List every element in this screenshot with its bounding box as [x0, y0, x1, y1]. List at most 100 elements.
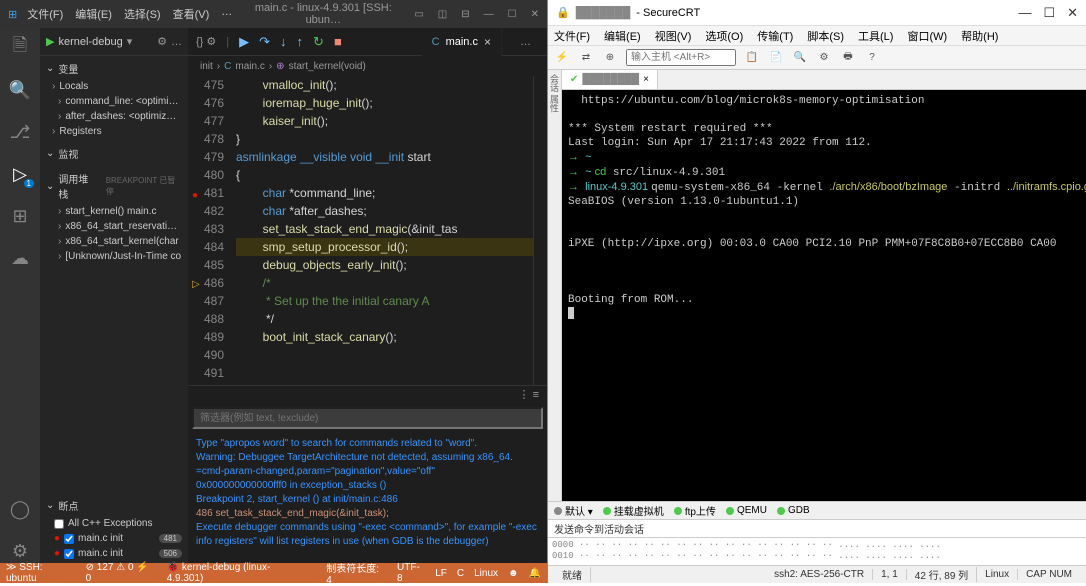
- tab-close-icon[interactable]: ×: [484, 35, 491, 49]
- var-command-line[interactable]: command_line: <optimiz…: [40, 94, 188, 109]
- close-icon[interactable]: ✕: [1067, 5, 1078, 21]
- debug-icon[interactable]: ▷1: [8, 162, 32, 186]
- scm-icon[interactable]: ⎇: [8, 120, 32, 144]
- menu-selection[interactable]: 选择(S): [124, 6, 161, 22]
- extensions-icon[interactable]: ⊞: [8, 204, 32, 228]
- continue-icon[interactable]: ▶: [239, 34, 249, 50]
- settings-icon[interactable]: {} ⚙: [196, 35, 216, 48]
- maximize-icon[interactable]: ☐: [508, 9, 517, 20]
- menu-edit[interactable]: 编辑(E): [604, 28, 641, 44]
- terminal[interactable]: https://ubuntu.com/blog/microk8s-memory-…: [562, 90, 1086, 501]
- run-config-header[interactable]: ▶ kernel-debug ▾ ⚙ …: [40, 28, 188, 56]
- debug-target[interactable]: 🐞 kernel-debug (linux-4.9.301): [167, 562, 307, 584]
- var-after-dashes[interactable]: after_dashes: <optimiz…: [40, 109, 188, 124]
- bell-icon[interactable]: 🔔: [529, 568, 541, 579]
- tab-close-icon[interactable]: ×: [643, 74, 649, 85]
- close-icon[interactable]: ✕: [531, 9, 539, 20]
- variables-section[interactable]: 变量: [40, 58, 188, 79]
- registers-group[interactable]: Registers: [40, 124, 188, 139]
- help-icon[interactable]: ?: [864, 50, 880, 66]
- step-into-icon[interactable]: ↓: [280, 34, 287, 49]
- button-bar-item[interactable]: QEMU: [726, 505, 767, 516]
- send-command-bar[interactable]: 发送命令到活动会话: [548, 519, 1086, 537]
- menu-more[interactable]: …: [221, 6, 232, 22]
- quick-connect-icon[interactable]: ⇄: [578, 50, 594, 66]
- button-bar-item[interactable]: ftp上传: [674, 503, 716, 518]
- editor-tab[interactable]: C main.c ×: [422, 28, 502, 57]
- connect-icon[interactable]: ⚡: [554, 50, 570, 66]
- code-editor[interactable]: 475476477478479480●481482483484485▷48648…: [188, 76, 547, 385]
- menu-help[interactable]: 帮助(H): [961, 28, 998, 44]
- eol[interactable]: LF: [435, 568, 447, 579]
- button-bar-item[interactable]: GDB: [777, 505, 810, 516]
- layout-icon[interactable]: ▭: [414, 9, 423, 20]
- menu-file[interactable]: 文件(F): [554, 28, 590, 44]
- copy-icon[interactable]: 📋: [744, 50, 760, 66]
- search-icon[interactable]: 🔍: [8, 78, 32, 102]
- menu-tools[interactable]: 工具(L): [858, 28, 893, 44]
- menu-script[interactable]: 脚本(S): [807, 28, 844, 44]
- step-over-icon[interactable]: ↷: [259, 34, 270, 50]
- more-icon[interactable]: …: [512, 36, 539, 48]
- breakpoint-item[interactable]: ●main.c init506: [40, 546, 188, 561]
- menu-file[interactable]: 文件(F): [27, 6, 63, 22]
- paste-icon[interactable]: 📄: [768, 50, 784, 66]
- menu-options[interactable]: 选项(O): [705, 28, 743, 44]
- step-out-icon[interactable]: ↑: [297, 34, 304, 49]
- watch-section[interactable]: 监视: [40, 143, 188, 164]
- menu-view[interactable]: 视图(V): [655, 28, 692, 44]
- minimize-icon[interactable]: —: [1018, 5, 1031, 21]
- bp-checkbox[interactable]: [64, 534, 74, 544]
- tab-size[interactable]: 制表符长度: 4: [326, 560, 387, 586]
- restart-icon[interactable]: ↻: [313, 34, 324, 50]
- run-config-name[interactable]: kernel-debug: [58, 36, 122, 48]
- side-tab[interactable]: 会话 属性: [548, 70, 562, 501]
- breakpoint-item[interactable]: ●main.c init481: [40, 531, 188, 546]
- os[interactable]: Linux: [474, 568, 498, 579]
- stop-icon[interactable]: ■: [334, 34, 342, 49]
- layout-icon3[interactable]: ⊟: [461, 9, 469, 20]
- play-icon[interactable]: ▶: [46, 35, 54, 48]
- button-bar-item[interactable]: 挂载虚拟机: [603, 503, 664, 518]
- menu-edit[interactable]: 编辑(E): [75, 6, 112, 22]
- feedback-icon[interactable]: ☻: [508, 568, 519, 579]
- breakpoints-section[interactable]: 断点: [40, 495, 188, 516]
- layout-icon2[interactable]: ◫: [438, 9, 447, 20]
- locals-group[interactable]: Locals: [40, 79, 188, 94]
- minimize-icon[interactable]: —: [484, 9, 494, 20]
- minimap[interactable]: [533, 76, 547, 385]
- debug-console-output[interactable]: Type "apropos word" to search for comman…: [188, 433, 547, 563]
- problems-indicator[interactable]: ⊘ 127 ⚠ 0 ⚡ 0: [86, 562, 157, 584]
- menu-transfer[interactable]: 传输(T): [757, 28, 793, 44]
- gear-icon[interactable]: ⚙: [157, 35, 167, 48]
- menu-view[interactable]: 查看(V): [173, 6, 210, 22]
- maximize-icon[interactable]: ☐: [1043, 5, 1055, 21]
- language[interactable]: C: [457, 568, 464, 579]
- code-content[interactable]: vmalloc_init(); ioremap_huge_init(); kai…: [236, 76, 533, 385]
- host-input[interactable]: [626, 49, 736, 66]
- breadcrumb[interactable]: init › C main.c › ⊕ start_kernel(void): [188, 56, 547, 76]
- stack-frame[interactable]: x86_64_start_reservations: [40, 219, 188, 234]
- menu-window[interactable]: 窗口(W): [907, 28, 947, 44]
- bp-checkbox[interactable]: [54, 519, 64, 529]
- settings-icon[interactable]: ⚙: [816, 50, 832, 66]
- filter-input[interactable]: [192, 407, 543, 429]
- stack-frame[interactable]: x86_64_start_kernel(char: [40, 234, 188, 249]
- callstack-section[interactable]: 调用堆栈 BREAKPOINT 已暂停: [40, 168, 188, 204]
- breakpoint-item[interactable]: All C++ Exceptions: [40, 516, 188, 531]
- gear-icon[interactable]: ⚙: [8, 539, 32, 563]
- remote-icon[interactable]: ☁: [8, 246, 32, 270]
- stack-frame[interactable]: [Unknown/Just-In-Time co: [40, 249, 188, 264]
- print-icon[interactable]: 🖶: [840, 50, 856, 66]
- line-gutter[interactable]: 475476477478479480●481482483484485▷48648…: [188, 76, 236, 385]
- explorer-icon[interactable]: 🗎: [8, 36, 32, 60]
- encoding[interactable]: UTF-8: [397, 562, 425, 584]
- find-icon[interactable]: 🔍: [792, 50, 808, 66]
- button-bar-item[interactable]: 默认 ▾: [554, 503, 593, 518]
- reconnect-icon[interactable]: ⊕: [602, 50, 618, 66]
- bp-checkbox[interactable]: [64, 549, 74, 559]
- account-icon[interactable]: ◯: [8, 497, 32, 521]
- stack-frame[interactable]: start_kernel() main.c: [40, 204, 188, 219]
- remote-indicator[interactable]: ≫ SSH: ubuntu: [6, 562, 76, 584]
- session-tab[interactable]: ✔ ████████ ×: [562, 70, 658, 89]
